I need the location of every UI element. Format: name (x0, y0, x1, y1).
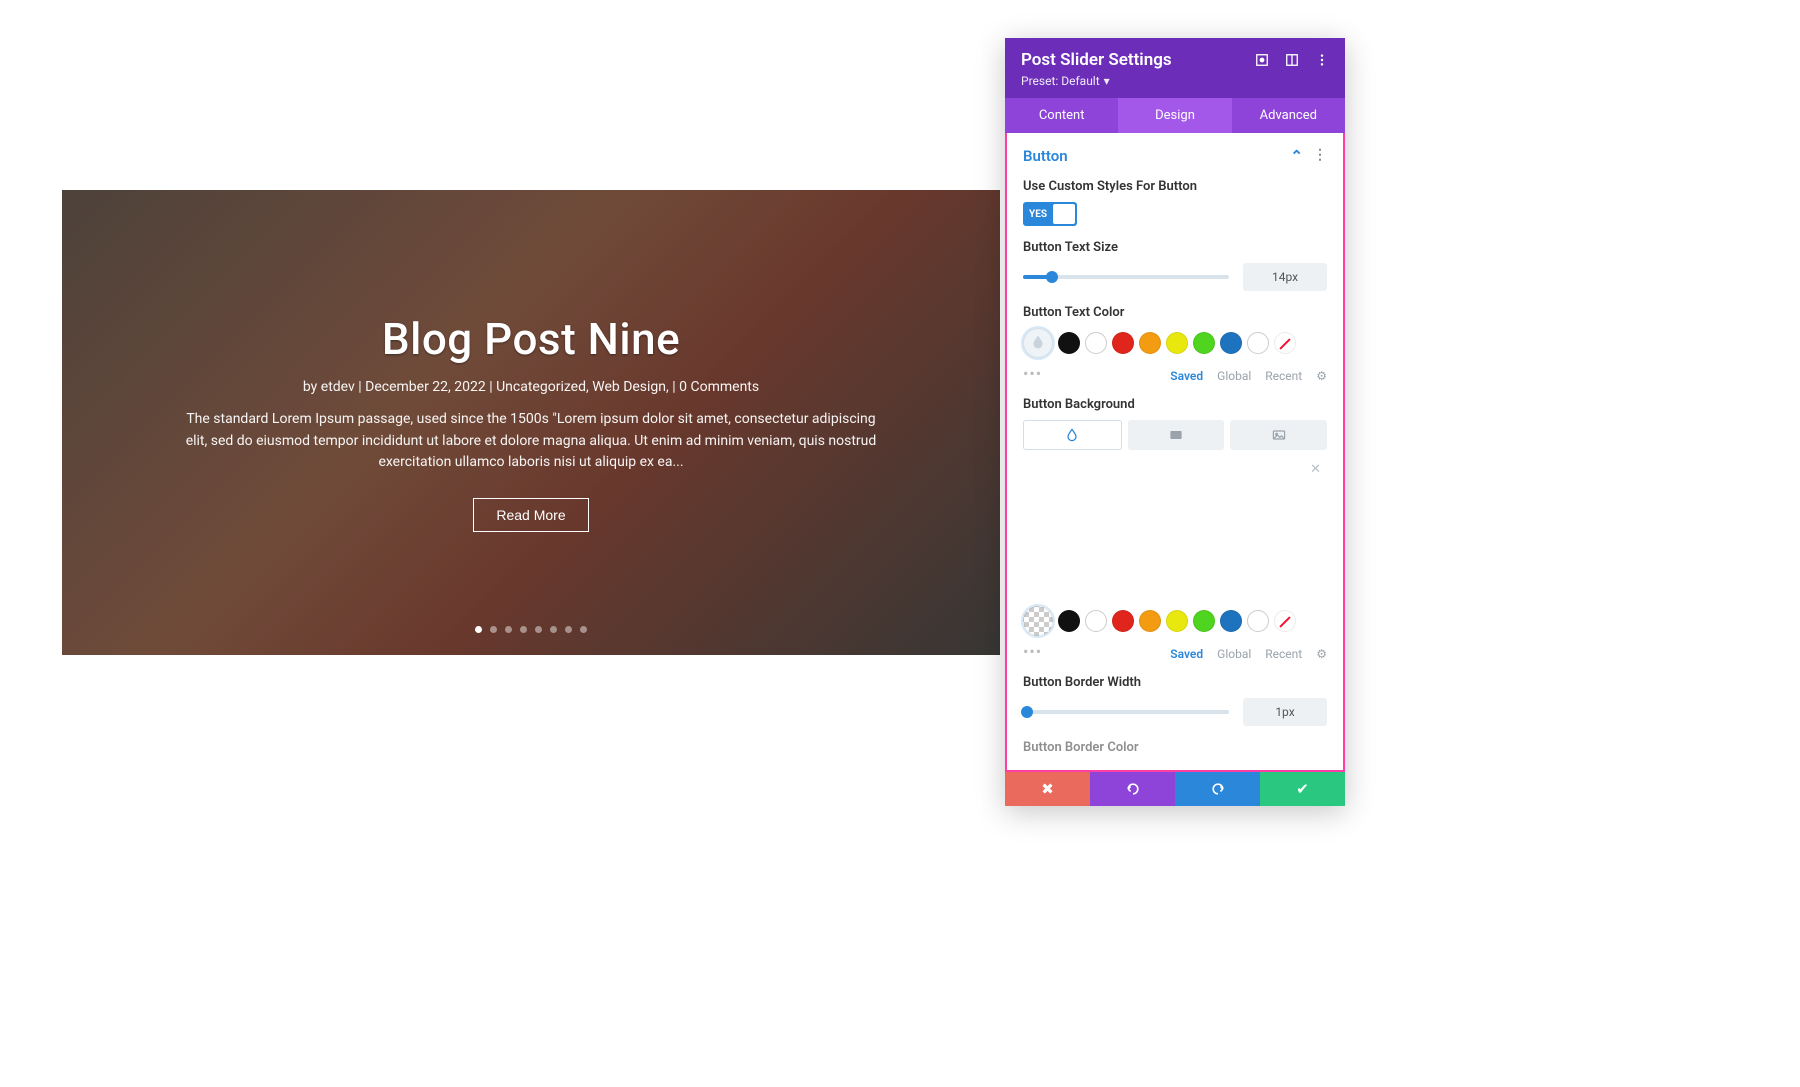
bg-type-tabs (1023, 420, 1327, 450)
save-button[interactable]: ✔ (1260, 772, 1345, 806)
preset-selector[interactable]: Preset: Default ▾ (1021, 74, 1329, 88)
color-swatch[interactable] (1085, 610, 1107, 632)
undo-button[interactable] (1090, 772, 1175, 806)
color-swatch[interactable] (1220, 610, 1242, 632)
palette-tab-global[interactable]: Global (1217, 369, 1251, 383)
slider-dot[interactable] (565, 626, 572, 633)
panel-body: Button ⌃ ⋮ Use Custom Styles For Button … (1005, 133, 1345, 772)
text-size-slider[interactable] (1023, 275, 1229, 279)
label-text-color: Button Text Color (1023, 305, 1327, 320)
toggle-label: YES (1023, 209, 1047, 220)
read-more-button[interactable]: Read More (473, 498, 588, 532)
color-swatch[interactable] (1058, 610, 1080, 632)
more-icon[interactable]: ••• (1023, 364, 1041, 383)
color-swatch[interactable] (1193, 610, 1215, 632)
section-title: Button (1023, 147, 1068, 165)
panel-tabs: ContentDesignAdvanced (1005, 98, 1345, 133)
cancel-button[interactable]: ✖ (1005, 772, 1090, 806)
post-meta: by etdev | December 22, 2022 | Uncategor… (303, 379, 759, 395)
toggle-knob (1053, 204, 1075, 224)
color-swatch[interactable] (1139, 610, 1161, 632)
chevron-down-icon: ▾ (1104, 74, 1110, 88)
slider-dot[interactable] (505, 626, 512, 633)
tab-content[interactable]: Content (1005, 98, 1118, 133)
slider-dot[interactable] (490, 626, 497, 633)
swatch-none[interactable] (1274, 332, 1296, 354)
toggle-custom-styles[interactable]: YES (1023, 202, 1077, 226)
post-excerpt: The standard Lorem Ipsum passage, used s… (184, 409, 878, 474)
bg-tab-image[interactable] (1230, 420, 1327, 450)
color-swatch[interactable] (1166, 332, 1188, 354)
tab-advanced[interactable]: Advanced (1232, 98, 1345, 133)
slider-dot[interactable] (475, 626, 482, 633)
text-color-swatches (1023, 328, 1327, 358)
color-swatch[interactable] (1139, 332, 1161, 354)
bg-color-swatches (1023, 606, 1327, 636)
slider-dot[interactable] (535, 626, 542, 633)
palette-tab-recent[interactable]: Recent (1265, 647, 1302, 661)
preset-label: Preset: Default (1021, 74, 1100, 88)
label-border-width: Button Border Width (1023, 675, 1327, 690)
color-swatch[interactable] (1058, 332, 1080, 354)
post-slider: Blog Post Nine by etdev | December 22, 2… (62, 190, 1000, 655)
slider-dot[interactable] (580, 626, 587, 633)
swatch-transparent[interactable] (1023, 606, 1053, 636)
color-swatch[interactable] (1247, 332, 1269, 354)
palette-tabs: Saved Global Recent ⚙ (1170, 369, 1327, 383)
palette-tab-recent[interactable]: Recent (1265, 369, 1302, 383)
expand-icon[interactable] (1255, 53, 1269, 67)
color-swatch[interactable] (1220, 332, 1242, 354)
panel-header: Post Slider Settings Preset: Default ▾ (1005, 38, 1345, 98)
panel-title: Post Slider Settings (1021, 50, 1172, 70)
bg-tab-color[interactable] (1023, 420, 1122, 450)
swatch-current[interactable] (1023, 328, 1053, 358)
slider-dot[interactable] (550, 626, 557, 633)
kebab-icon[interactable]: ⋮ (1313, 147, 1327, 165)
color-swatch[interactable] (1112, 610, 1134, 632)
post-title: Blog Post Nine (382, 313, 680, 365)
gear-icon[interactable]: ⚙ (1316, 369, 1327, 383)
settings-panel: Post Slider Settings Preset: Default ▾ C… (1005, 38, 1345, 806)
chevron-up-icon: ⌃ (1290, 147, 1303, 165)
panel-footer: ✖ ✔ (1005, 772, 1345, 806)
swatch-none[interactable] (1274, 610, 1296, 632)
redo-button[interactable] (1175, 772, 1260, 806)
close-icon[interactable]: ✕ (1310, 462, 1321, 477)
label-custom-styles: Use Custom Styles For Button (1023, 179, 1327, 194)
color-swatch[interactable] (1085, 332, 1107, 354)
color-swatch[interactable] (1166, 610, 1188, 632)
label-border-color: Button Border Color (1023, 740, 1327, 755)
palette-tab-global[interactable]: Global (1217, 647, 1251, 661)
color-swatch[interactable] (1247, 610, 1269, 632)
label-text-size: Button Text Size (1023, 240, 1327, 255)
color-swatch[interactable] (1112, 332, 1134, 354)
gear-icon[interactable]: ⚙ (1316, 647, 1327, 661)
section-header-button[interactable]: Button ⌃ ⋮ (1023, 143, 1327, 175)
label-button-bg: Button Background (1023, 397, 1327, 412)
bg-color-preview[interactable]: ✕ (1023, 458, 1327, 598)
slider-dot[interactable] (520, 626, 527, 633)
tab-design[interactable]: Design (1118, 98, 1231, 133)
more-icon[interactable]: ••• (1023, 642, 1041, 661)
color-swatch[interactable] (1193, 332, 1215, 354)
text-size-value[interactable]: 14px (1243, 263, 1327, 291)
bg-tab-gradient[interactable] (1128, 420, 1225, 450)
palette-tabs: Saved Global Recent ⚙ (1170, 647, 1327, 661)
kebab-icon[interactable] (1315, 53, 1329, 67)
slider-dots (475, 626, 587, 633)
responsive-icon[interactable] (1285, 53, 1299, 67)
palette-tab-saved[interactable]: Saved (1170, 647, 1203, 661)
border-width-slider[interactable] (1023, 710, 1229, 714)
palette-tab-saved[interactable]: Saved (1170, 369, 1203, 383)
border-width-value[interactable]: 1px (1243, 698, 1327, 726)
